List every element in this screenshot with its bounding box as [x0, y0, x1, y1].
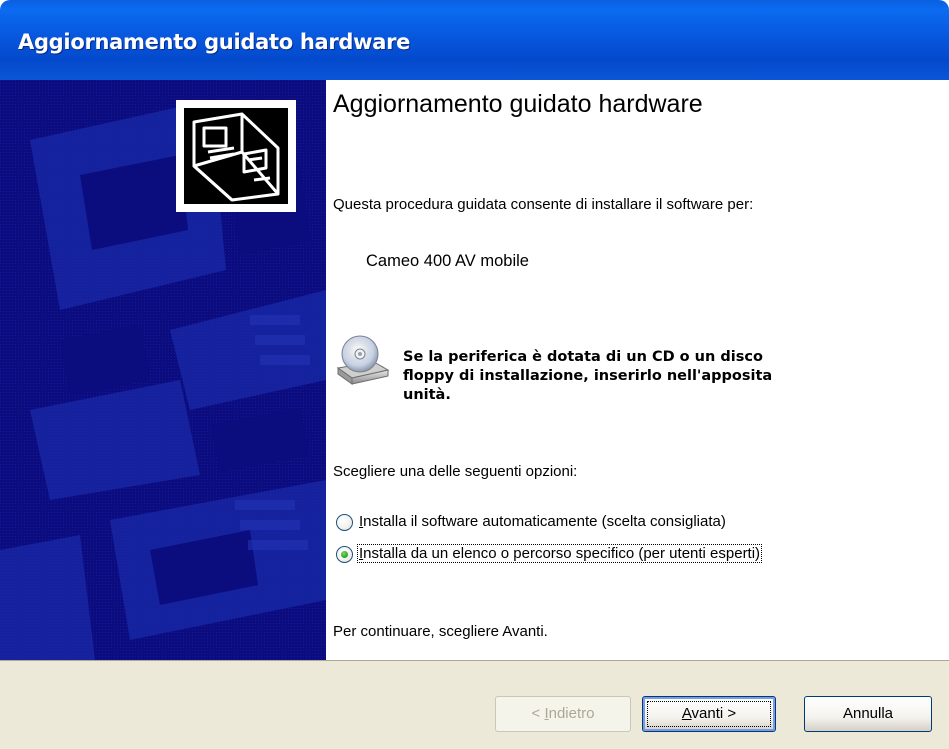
notice-line: floppy di installazione, inserirlo nell'… — [403, 368, 773, 384]
notice-line: Se la periferica è dotata di un CD o un … — [403, 349, 763, 365]
cancel-button[interactable]: Annulla — [804, 696, 932, 732]
radio-label[interactable]: Installa il software automaticamente (sc… — [358, 513, 727, 530]
wizard-content: Aggiornamento guidato hardware Questa pr… — [326, 80, 949, 660]
wizard-window: Aggiornamento guidato hardware Aggiornam… — [0, 0, 949, 749]
notice-line: unità. — [403, 387, 451, 403]
back-button[interactable]: < Indietro — [495, 696, 631, 732]
next-button[interactable]: Avanti > — [642, 696, 776, 732]
options-prompt: Scegliere una delle seguenti opzioni: — [333, 463, 578, 480]
radio-button[interactable] — [336, 514, 353, 531]
install-media-notice: Se la periferica è dotata di un CD o un … — [403, 348, 923, 405]
device-name: Cameo 400 AV mobile — [366, 252, 529, 270]
page-title: Aggiornamento guidato hardware — [333, 90, 703, 118]
continue-hint: Per continuare, scegliere Avanti. — [333, 623, 548, 640]
wizard-body: Aggiornamento guidato hardware Questa pr… — [0, 80, 949, 660]
cd-drive-icon — [336, 335, 390, 385]
button-bar: < Indietro Avanti > Annulla — [0, 660, 949, 749]
radio-label[interactable]: Installa da un elenco o percorso specifi… — [356, 544, 763, 563]
title-bar[interactable]: Aggiornamento guidato hardware — [0, 0, 949, 80]
radio-button[interactable] — [336, 546, 353, 563]
intro-text: Questa procedura guidata consente di ins… — [333, 196, 754, 213]
hardware-device-icon — [176, 100, 296, 212]
wizard-banner — [0, 80, 326, 660]
window-title: Aggiornamento guidato hardware — [18, 30, 411, 54]
